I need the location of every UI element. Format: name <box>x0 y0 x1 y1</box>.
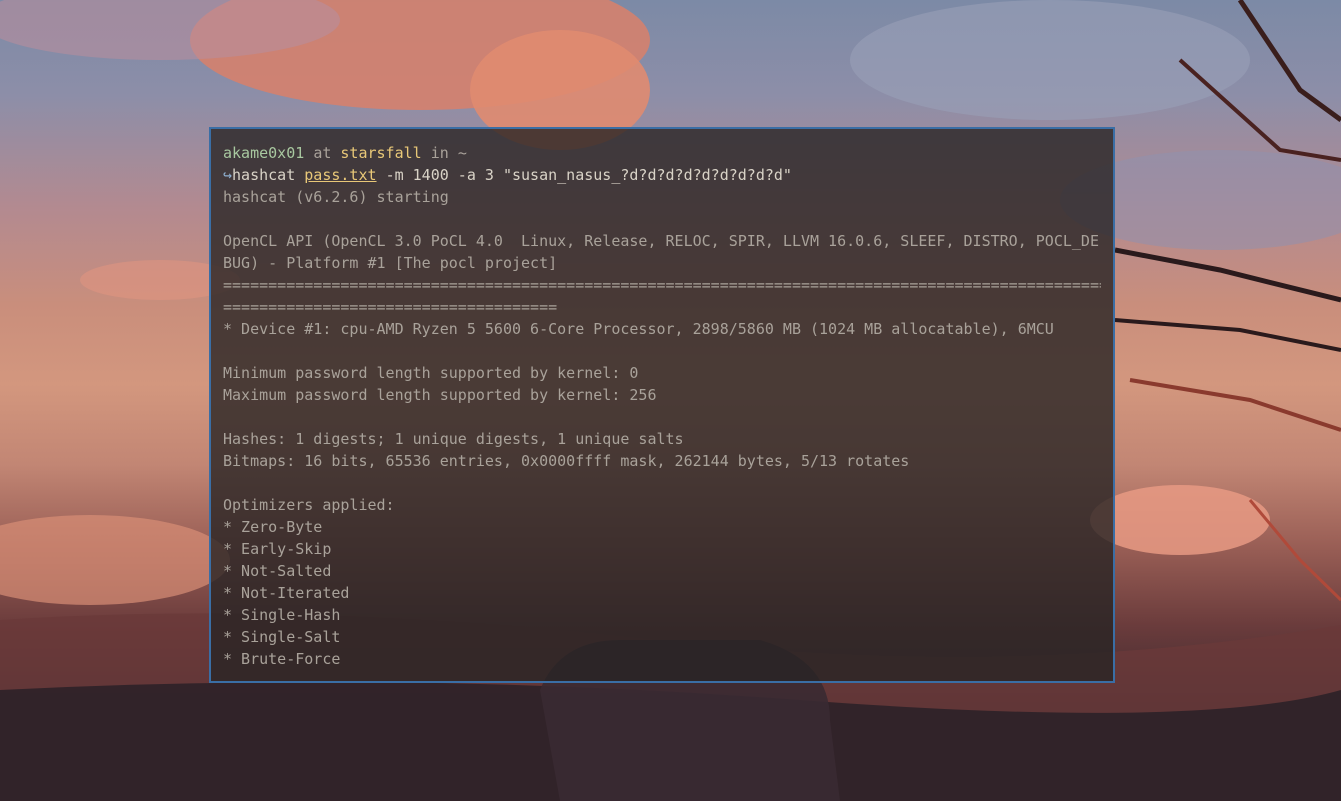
output-hashes: Hashes: 1 digests; 1 unique digests, 1 u… <box>223 430 684 448</box>
optimizer-item: * Single-Hash <box>223 606 341 624</box>
optimizer-item: * Not-Salted <box>223 562 332 580</box>
command-name: hashcat <box>232 166 296 184</box>
prompt-arrow-icon: ↪ <box>223 166 233 184</box>
command-mask: "susan_nasus_?d?d?d?d?d?d?d?d?d" <box>502 166 792 184</box>
prompt-line: akame0x01 at starsfall in ~ <box>223 142 1101 164</box>
output-separator-2: ===================================== <box>223 298 558 316</box>
terminal-window[interactable]: akame0x01 at starsfall in ~ ↪hashcat pas… <box>209 127 1115 683</box>
prompt-at: at <box>313 144 332 162</box>
output-separator-1: ========================================… <box>223 276 1101 294</box>
optimizer-item: * Brute-Force <box>223 650 341 668</box>
command-line[interactable]: ↪hashcat pass.txt -m 1400 -a 3 "susan_na… <box>223 164 1101 186</box>
output-starting: hashcat (v6.2.6) starting <box>223 188 449 206</box>
output-bitmaps: Bitmaps: 16 bits, 65536 entries, 0x0000f… <box>223 452 910 470</box>
command-file-arg[interactable]: pass.txt <box>304 166 376 184</box>
optimizer-item: * Not-Iterated <box>223 584 350 602</box>
output-max-password: Maximum password length supported by ker… <box>223 386 657 404</box>
prompt-host: starsfall <box>340 144 422 162</box>
optimizer-item: * Single-Salt <box>223 628 341 646</box>
prompt-dir: ~ <box>457 144 467 162</box>
prompt-in: in <box>430 144 449 162</box>
output-opencl-2: BUG) - Platform #1 [The pocl project] <box>223 254 558 272</box>
command-args: -m 1400 -a 3 <box>385 166 494 184</box>
optimizer-item: * Zero-Byte <box>223 518 323 536</box>
output-min-password: Minimum password length supported by ker… <box>223 364 639 382</box>
output-optimizers-header: Optimizers applied: <box>223 496 395 514</box>
prompt-user: akame0x01 <box>223 144 305 162</box>
optimizer-item: * Early-Skip <box>223 540 332 558</box>
output-opencl-1: OpenCL API (OpenCL 3.0 PoCL 4.0 Linux, R… <box>223 232 1099 250</box>
output-device: * Device #1: cpu-AMD Ryzen 5 5600 6-Core… <box>223 320 1054 338</box>
